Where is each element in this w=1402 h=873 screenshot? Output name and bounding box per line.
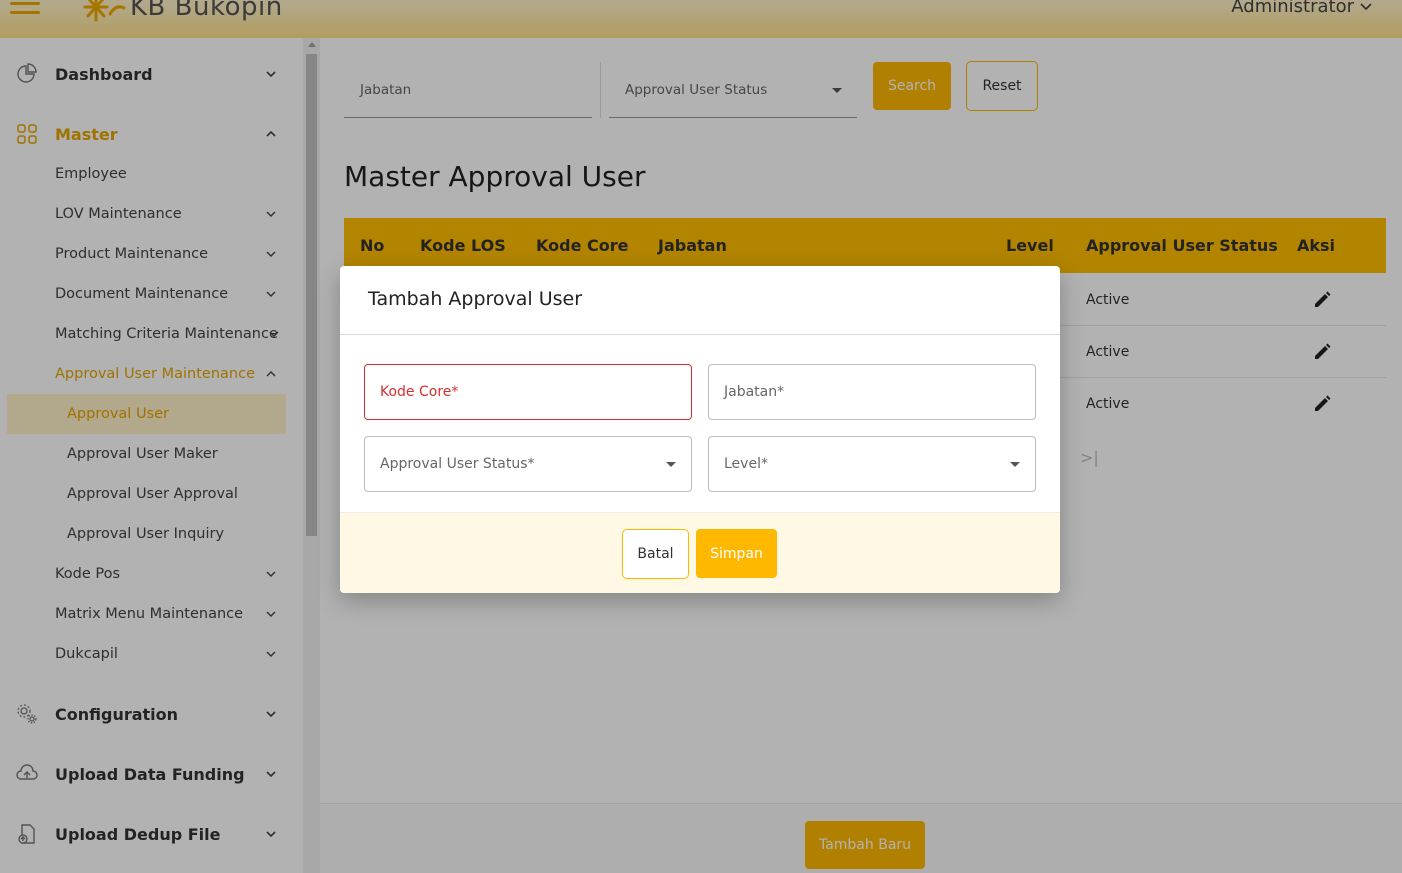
cancel-button[interactable]: Batal [622,529,689,579]
level-select[interactable]: Level* [708,436,1036,492]
dialog-footer: Batal Simpan [340,512,1060,593]
level-label: Level* [724,456,768,472]
dropdown-caret-icon [1010,462,1020,467]
jabatan-field[interactable]: Jabatan* [708,364,1036,420]
add-approval-user-dialog: Tambah Approval User Kode Core* Jabatan*… [340,266,1060,593]
kode-core-label: Kode Core* [380,384,459,400]
approval-user-status-select[interactable]: Approval User Status* [364,436,692,492]
kode-core-field[interactable]: Kode Core* [364,364,692,420]
save-button[interactable]: Simpan [696,529,777,578]
dialog-title: Tambah Approval User [368,288,583,310]
jabatan-label: Jabatan* [724,384,785,400]
dropdown-caret-icon [666,462,676,467]
approval-user-status-label: Approval User Status* [380,456,535,472]
dialog-divider [340,334,1060,335]
